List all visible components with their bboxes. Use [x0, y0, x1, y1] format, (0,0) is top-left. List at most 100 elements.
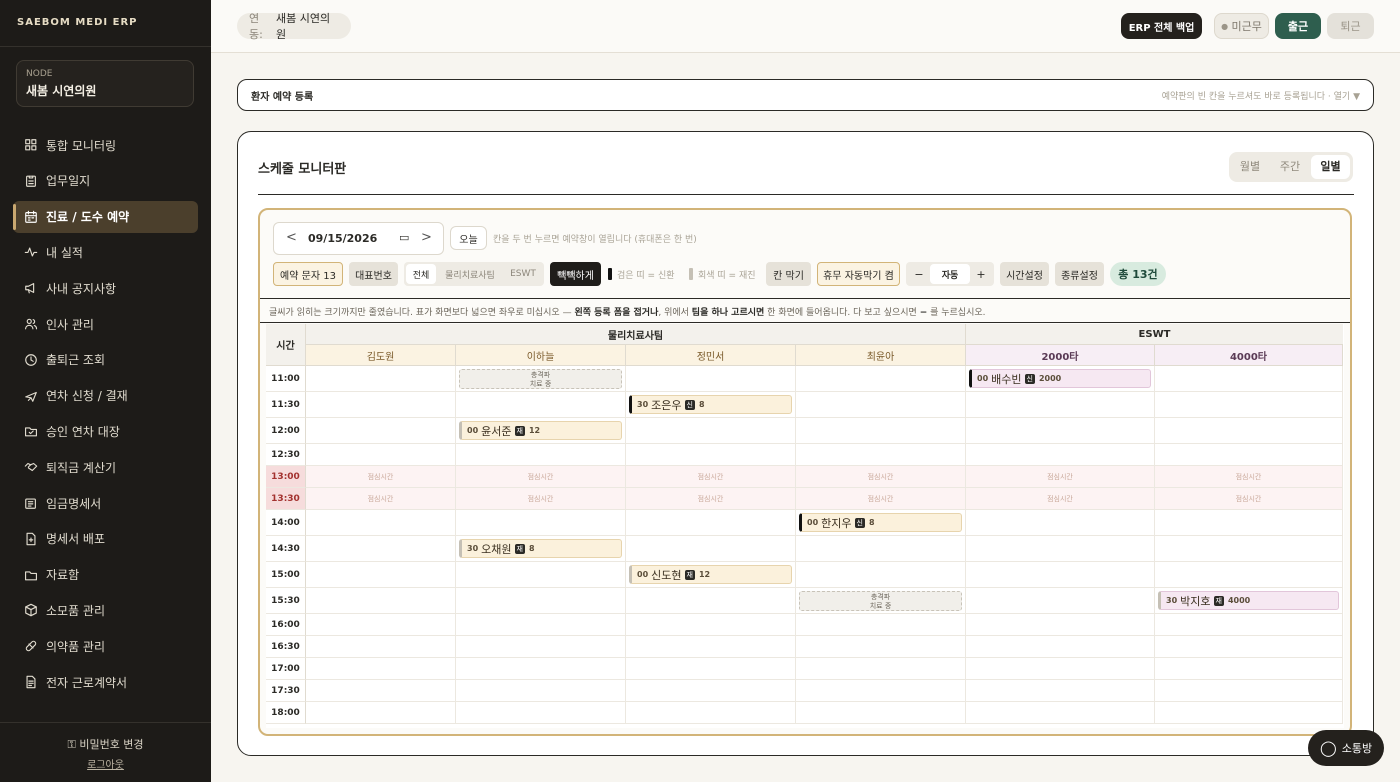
logout-link[interactable]: 로그아웃 — [0, 756, 211, 771]
slot-cell[interactable] — [1155, 444, 1343, 466]
slot-cell[interactable]: 점심시간 — [626, 488, 796, 510]
slot-cell[interactable] — [456, 702, 626, 724]
slot-cell[interactable] — [626, 588, 796, 614]
slot-cell[interactable] — [796, 562, 966, 588]
slot-cell[interactable] — [626, 444, 796, 466]
tab-monthly[interactable]: 월별 — [1229, 155, 1271, 179]
slot-cell[interactable] — [1155, 636, 1343, 658]
slot-cell[interactable] — [456, 636, 626, 658]
slot-cell[interactable] — [796, 366, 966, 392]
blocked-slot[interactable]: 충격파 치료 중 — [799, 591, 962, 611]
next-day-button[interactable]: > — [421, 230, 432, 245]
appointment-block[interactable]: 00 배수빈 신 2000 — [969, 369, 1151, 388]
sidebar-item-3[interactable]: 진료 / 도수 예약 — [13, 200, 198, 233]
sidebar-item-14[interactable]: 소모품 관리 — [13, 594, 198, 626]
prev-day-button[interactable]: < — [286, 230, 297, 245]
slot-cell[interactable] — [1155, 510, 1343, 536]
slot-cell[interactable] — [626, 510, 796, 536]
filter-eswt[interactable]: ESWT — [504, 264, 542, 284]
slot-cell[interactable] — [456, 614, 626, 636]
slot-cell[interactable] — [306, 366, 456, 392]
sidebar-item-12[interactable]: 명세서 배포 — [13, 523, 198, 555]
node-selector[interactable]: NODE 새봄 시연의원 — [16, 60, 194, 107]
date-input[interactable]: 09/15/2026 — [308, 232, 377, 245]
slot-cell[interactable] — [1155, 392, 1343, 418]
slot-cell[interactable] — [306, 444, 456, 466]
slot-cell[interactable] — [306, 510, 456, 536]
slot-cell[interactable] — [626, 702, 796, 724]
slot-cell[interactable] — [456, 658, 626, 680]
appointment-block[interactable]: 30 박지호 재 4000 — [1158, 591, 1339, 610]
register-hint[interactable]: 예약판의 빈 칸을 누르셔도 바로 등록됩니다 · 열기 ▼ — [1162, 89, 1360, 102]
slot-cell[interactable] — [796, 636, 966, 658]
slot-cell[interactable] — [796, 418, 966, 444]
change-password-link[interactable]: ⚿ 비밀번호 변경 — [0, 736, 211, 752]
type-settings-button[interactable]: 종류설정 — [1055, 262, 1104, 286]
slot-cell[interactable] — [966, 536, 1155, 562]
slot-cell[interactable] — [626, 614, 796, 636]
slot-cell[interactable] — [306, 418, 456, 444]
sidebar-item-13[interactable]: 자료함 — [13, 559, 198, 591]
slot-cell[interactable] — [626, 680, 796, 702]
appointment-block[interactable]: 00 한지우 신 8 — [799, 513, 962, 532]
slot-cell[interactable] — [966, 588, 1155, 614]
slot-cell[interactable] — [796, 536, 966, 562]
sidebar-item-5[interactable]: 사내 공지사항 — [13, 272, 198, 304]
slot-cell[interactable] — [966, 658, 1155, 680]
erp-backup-button[interactable]: ERP 전체 백업 — [1121, 13, 1202, 39]
blocked-slot[interactable]: 충격파 치료 중 — [459, 369, 622, 389]
today-button[interactable]: 오늘 — [450, 226, 487, 250]
slot-cell[interactable] — [306, 658, 456, 680]
slot-cell[interactable]: 점심시간 — [966, 466, 1155, 488]
slot-cell[interactable] — [306, 636, 456, 658]
sidebar-item-11[interactable]: 임금명세서 — [13, 487, 198, 519]
slot-cell[interactable]: 점심시간 — [796, 466, 966, 488]
zoom-in-button[interactable]: + — [972, 262, 990, 286]
tab-weekly[interactable]: 주간 — [1271, 155, 1309, 179]
slot-cell[interactable]: 점심시간 — [1155, 466, 1343, 488]
slot-cell[interactable]: 점심시간 — [626, 466, 796, 488]
sidebar-item-8[interactable]: 연차 신청 / 결재 — [13, 380, 198, 412]
slot-cell[interactable] — [306, 392, 456, 418]
slot-cell[interactable] — [1155, 680, 1343, 702]
slot-cell[interactable]: 점심시간 — [1155, 488, 1343, 510]
slot-cell[interactable] — [456, 562, 626, 588]
appointment-block[interactable]: 30 조은우 신 8 — [629, 395, 792, 414]
slot-cell[interactable]: 점심시간 — [306, 488, 456, 510]
slot-cell[interactable] — [306, 536, 456, 562]
slot-cell[interactable] — [306, 614, 456, 636]
slot-cell[interactable] — [1155, 702, 1343, 724]
slot-cell[interactable] — [966, 614, 1155, 636]
sidebar-item-15[interactable]: 의약품 관리 — [13, 630, 198, 662]
slot-cell[interactable]: 점심시간 — [456, 488, 626, 510]
slot-cell[interactable] — [1155, 536, 1343, 562]
slot-cell[interactable] — [456, 392, 626, 418]
tab-daily[interactable]: 일별 — [1311, 155, 1350, 179]
clock-out-button[interactable]: 퇴근 — [1327, 13, 1374, 39]
slot-cell[interactable] — [966, 562, 1155, 588]
slot-cell[interactable]: 점심시간 — [796, 488, 966, 510]
slot-cell[interactable] — [966, 444, 1155, 466]
slot-cell[interactable] — [306, 562, 456, 588]
sidebar-item-2[interactable]: 업무일지 — [13, 165, 198, 197]
sidebar-item-16[interactable]: 전자 근로계약서 — [13, 666, 198, 698]
slot-cell[interactable] — [796, 614, 966, 636]
zoom-out-button[interactable]: − — [910, 262, 928, 286]
clock-in-button[interactable]: 출근 — [1275, 13, 1321, 39]
slot-cell[interactable]: 점심시간 — [306, 466, 456, 488]
slot-cell[interactable] — [966, 510, 1155, 536]
slot-cell[interactable] — [626, 636, 796, 658]
slot-cell[interactable] — [1155, 614, 1343, 636]
slot-cell[interactable] — [966, 680, 1155, 702]
slot-cell[interactable] — [626, 366, 796, 392]
sidebar-item-10[interactable]: 퇴직금 계산기 — [13, 451, 198, 483]
calendar-icon[interactable]: ▭ — [399, 231, 409, 244]
appointment-block[interactable]: 00 신도현 재 12 — [629, 565, 792, 584]
rep-number-button[interactable]: 대표번호 — [349, 262, 398, 286]
slot-cell[interactable] — [796, 702, 966, 724]
sms-button[interactable]: 예약 문자 13 — [273, 262, 343, 286]
sidebar-item-9[interactable]: 승인 연차 대장 — [13, 415, 198, 447]
slot-cell[interactable] — [966, 418, 1155, 444]
slot-cell[interactable] — [966, 636, 1155, 658]
slot-cell[interactable] — [1155, 366, 1343, 392]
